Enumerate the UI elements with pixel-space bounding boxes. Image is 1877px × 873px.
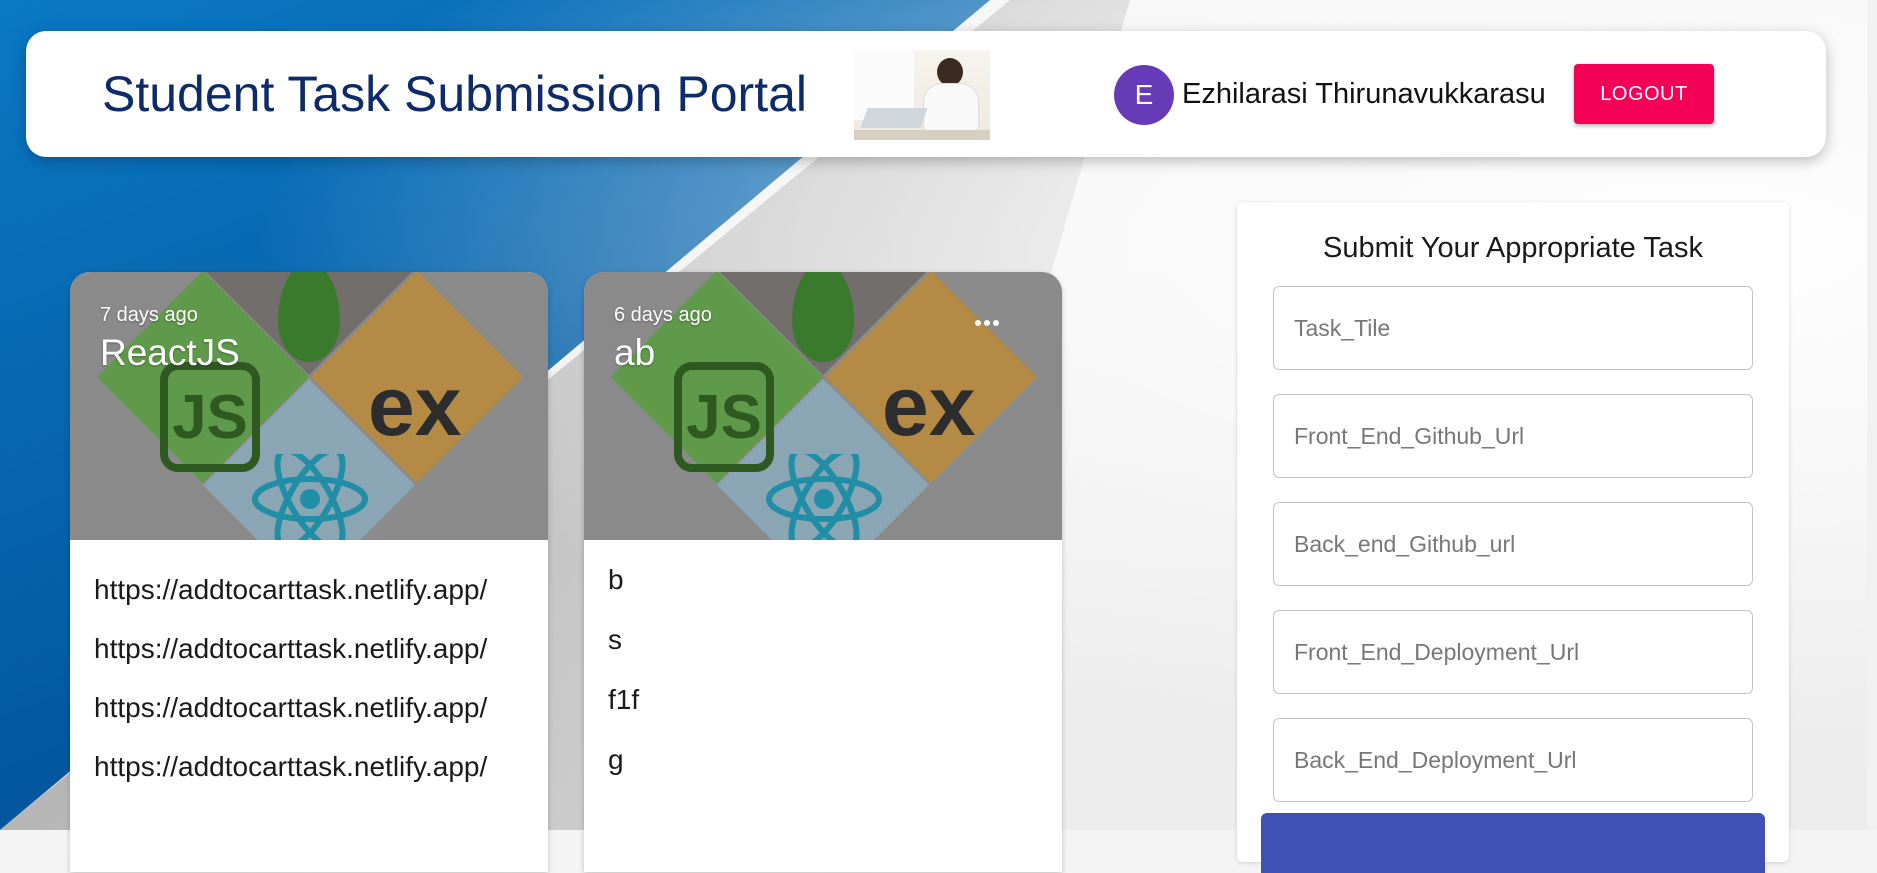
card-link-back-github: s — [608, 624, 622, 655]
card-link-back-deploy: https://addtocarttask.netlify.app/ — [94, 751, 488, 782]
card-link-front-github: https://addtocarttask.netlify.app/ — [94, 574, 488, 605]
task-submit-form: Submit Your Appropriate Task — [1237, 202, 1789, 873]
mern-stack-logo-image: JS ex 6 days ago ab — [584, 272, 1062, 540]
more-horizontal-icon[interactable] — [966, 302, 1008, 344]
back-end-github-input[interactable] — [1274, 503, 1752, 585]
card-title: ab — [614, 332, 656, 373]
front-end-deployment-field[interactable] — [1273, 610, 1753, 694]
mongodb-leaf-icon — [792, 272, 854, 362]
app-header: Student Task Submission Portal E Ezhilar… — [26, 31, 1826, 157]
mern-stack-logo-image: JS ex 7 days ago ReactJS — [70, 272, 548, 540]
card-link-front-deploy: https://addtocarttask.netlify.app/ — [94, 692, 488, 723]
card-link-front-deploy: f1f — [608, 684, 640, 715]
nodejs-icon: JS — [674, 362, 774, 472]
task-title-input[interactable] — [1274, 287, 1752, 369]
submit-button[interactable] — [1261, 813, 1765, 873]
card-content: https://addtocarttask.netlify.app/ https… — [94, 576, 534, 812]
back-end-github-field[interactable] — [1273, 502, 1753, 586]
page-title: Student Task Submission Portal — [102, 66, 808, 122]
task-title-field[interactable] — [1273, 286, 1753, 370]
avatar[interactable]: E — [1114, 65, 1174, 125]
react-icon — [766, 454, 882, 540]
task-card: JS ex 6 days ago ab b s f1f g — [584, 272, 1062, 872]
card-timestamp: 7 days ago — [100, 304, 198, 326]
mongodb-leaf-icon — [278, 272, 340, 362]
express-icon: ex — [368, 359, 462, 453]
express-icon: ex — [882, 359, 976, 453]
page-scrollbar[interactable] — [1867, 0, 1877, 830]
back-end-deployment-field[interactable] — [1273, 718, 1753, 802]
card-title: ReactJS — [100, 332, 240, 373]
form-title: Submit Your Appropriate Task — [1323, 232, 1703, 264]
student-laptop-photo — [854, 50, 990, 140]
card-link-back-deploy: g — [608, 744, 624, 775]
logout-button[interactable]: LOGOUT — [1574, 64, 1714, 124]
react-icon — [252, 454, 368, 540]
card-link-back-github: https://addtocarttask.netlify.app/ — [94, 633, 488, 664]
front-end-deployment-input[interactable] — [1274, 611, 1752, 693]
nodejs-icon: JS — [160, 362, 260, 472]
task-card: JS ex 7 days ago ReactJS https://addtoca… — [70, 272, 548, 872]
card-timestamp: 6 days ago — [614, 304, 712, 326]
back-end-deployment-input[interactable] — [1274, 719, 1752, 801]
front-end-github-input[interactable] — [1274, 395, 1752, 477]
front-end-github-field[interactable] — [1273, 394, 1753, 478]
card-link-front-github: b — [608, 564, 624, 595]
card-content: b s f1f g — [608, 566, 1048, 806]
user-name: Ezhilarasi Thirunavukkarasu — [1182, 78, 1546, 110]
